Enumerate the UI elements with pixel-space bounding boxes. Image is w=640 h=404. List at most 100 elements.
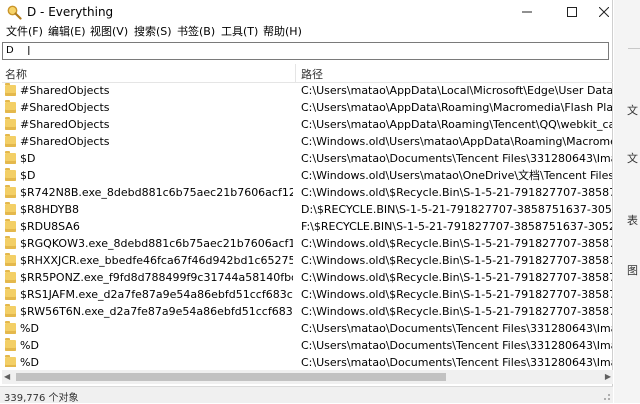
item-name: %D: [20, 356, 39, 367]
folder-icon: [5, 287, 16, 300]
column-name-header[interactable]: 名称: [5, 66, 27, 82]
menu-help[interactable]: 帮助(H): [263, 25, 302, 39]
list-item[interactable]: $RS1JAFM.exe_d2a7fe87a9e54a86ebfd51ccf68…: [2, 286, 613, 303]
background-text: 文: [627, 104, 638, 117]
folder-icon: [5, 253, 16, 266]
item-name: $RW56T6N.exe_d2a7fe87a9e54a86ebfd51ccf68…: [20, 305, 293, 318]
item-path: C:\Users\matao\AppData\Local\Microsoft\E…: [301, 84, 612, 97]
menu-view[interactable]: 视图(V): [90, 25, 128, 39]
maximize-icon: [567, 7, 577, 17]
minimize-icon: [522, 11, 532, 13]
folder-icon: [5, 321, 16, 334]
list-item[interactable]: #SharedObjects C:\Users\matao\AppData\Loc…: [2, 82, 613, 99]
folder-icon: [5, 151, 16, 164]
item-name: $RGQKOW3.exe_8debd881c6b75aec21b7606acf1…: [20, 237, 293, 250]
item-path: C:\Windows.old\$Recycle.Bin\S-1-5-21-791…: [301, 237, 612, 250]
menu-bar: 文件(F) 编辑(E) 视图(V) 搜索(S) 书签(B) 工具(T) 帮助(H…: [0, 24, 613, 40]
list-item[interactable]: %D C:\Users\matao\Documents\Tencent Files…: [2, 320, 613, 337]
item-name: #SharedObjects: [20, 84, 110, 97]
magnifier-icon: [6, 4, 22, 20]
item-name: %D: [20, 322, 39, 335]
list-item[interactable]: $D C:\Windows.old\Users\matao\OneDrive\文档…: [2, 167, 613, 184]
text-cursor-icon: I: [27, 44, 31, 58]
list-item[interactable]: #SharedObjects C:\Windows.old\Users\matao…: [2, 133, 613, 150]
column-header: 名称 路径: [2, 64, 613, 83]
search-value: D: [6, 45, 14, 56]
folder-icon: [5, 202, 16, 215]
list-item[interactable]: %D C:\Users\matao\Documents\Tencent Files…: [2, 337, 613, 354]
object-count: 339,776 个对象: [4, 393, 79, 404]
folder-icon: [5, 83, 16, 96]
maximize-button[interactable]: [552, 0, 592, 24]
item-path: C:\Users\matao\Documents\Tencent Files\3…: [301, 152, 612, 165]
item-path: C:\Users\matao\Documents\Tencent Files\3…: [301, 339, 612, 352]
folder-icon: [5, 355, 16, 367]
column-path-header[interactable]: 路径: [301, 66, 323, 82]
menu-bookmarks[interactable]: 书签(B): [177, 25, 215, 39]
item-name: $R742N8B.exe_8debd881c6b75aec21b7606acf1…: [20, 186, 293, 199]
scrollbar-thumb[interactable]: [16, 373, 446, 381]
list-item[interactable]: $D C:\Users\matao\Documents\Tencent Files…: [2, 150, 613, 167]
list-item[interactable]: #SharedObjects C:\Users\matao\AppData\Roa…: [2, 99, 613, 116]
menu-file[interactable]: 文件(F): [6, 25, 43, 39]
list-item[interactable]: $R742N8B.exe_8debd881c6b75aec21b7606acf1…: [2, 184, 613, 201]
item-name: $R8HDYB8: [20, 203, 80, 216]
background-divider: [628, 48, 640, 49]
menu-tools[interactable]: 工具(T): [221, 25, 258, 39]
folder-icon: [5, 219, 16, 232]
folder-icon: [5, 338, 16, 351]
item-path: D:\$RECYCLE.BIN\S-1-5-21-791827707-38587…: [301, 203, 612, 216]
folder-icon: [5, 304, 16, 317]
scroll-left-icon[interactable]: ◀: [4, 372, 10, 381]
column-divider[interactable]: [295, 64, 296, 82]
list-item[interactable]: $RGQKOW3.exe_8debd881c6b75aec21b7606acf1…: [2, 235, 613, 252]
list-item[interactable]: $RW56T6N.exe_d2a7fe87a9e54a86ebfd51ccf68…: [2, 303, 613, 320]
list-item[interactable]: %D C:\Users\matao\Documents\Tencent Files…: [2, 354, 613, 367]
everything-window: D - Everything 文件(F) 编辑(E) 视图(V) 搜索(S) 书…: [0, 0, 613, 404]
item-path: C:\Users\matao\AppData\Roaming\Macromedi…: [301, 101, 612, 114]
background-text: 图: [627, 264, 638, 277]
item-name: $RS1JAFM.exe_d2a7fe87a9e54a86ebfd51ccf68…: [20, 288, 293, 301]
item-name: #SharedObjects: [20, 135, 110, 148]
item-name: %D: [20, 339, 39, 352]
item-path: C:\Windows.old\$Recycle.Bin\S-1-5-21-791…: [301, 186, 612, 199]
resize-grip-icon[interactable]: [601, 391, 611, 401]
item-path: C:\Windows.old\Users\matao\AppData\Roami…: [301, 135, 612, 148]
background-text: 表: [627, 214, 638, 227]
list-item[interactable]: $RHXXJCR.exe_bbedfe46fca67f46d942bd1c652…: [2, 252, 613, 269]
item-path: C:\Users\matao\Documents\Tencent Files\3…: [301, 322, 612, 335]
folder-icon: [5, 168, 16, 181]
item-path: C:\Windows.old\Users\matao\OneDrive\文档\T…: [301, 169, 612, 182]
window-title: D - Everything: [27, 5, 114, 19]
scroll-right-icon[interactable]: ▶: [605, 372, 611, 381]
list-item[interactable]: $RR5PONZ.exe_f9fd8d788499f9c31744a58140f…: [2, 269, 613, 286]
item-path: F:\$RECYCLE.BIN\S-1-5-21-791827707-38587…: [301, 220, 612, 233]
results-list[interactable]: #SharedObjects C:\Users\matao\AppData\Loc…: [2, 82, 613, 367]
menu-search[interactable]: 搜索(S): [134, 25, 172, 39]
list-item[interactable]: #SharedObjects C:\Users\matao\AppData\Roa…: [2, 116, 613, 133]
menu-edit[interactable]: 编辑(E): [48, 25, 86, 39]
item-path: C:\Windows.old\$Recycle.Bin\S-1-5-21-791…: [301, 271, 612, 284]
item-path: C:\Windows.old\$Recycle.Bin\S-1-5-21-791…: [301, 254, 612, 267]
item-name: #SharedObjects: [20, 118, 110, 131]
list-item[interactable]: $R8HDYB8 D:\$RECYCLE.BIN\S-1-5-21-7918277…: [2, 201, 613, 218]
minimize-button[interactable]: [507, 0, 547, 24]
folder-icon: [5, 270, 16, 283]
item-name: #SharedObjects: [20, 101, 110, 114]
folder-icon: [5, 185, 16, 198]
status-bar: 339,776 个对象: [0, 386, 613, 404]
item-path: C:\Users\matao\Documents\Tencent Files\3…: [301, 356, 612, 367]
item-name: $RR5PONZ.exe_f9fd8d788499f9c31744a58140f…: [20, 271, 293, 284]
search-input[interactable]: D I: [2, 42, 609, 60]
horizontal-scrollbar[interactable]: ◀ ▶: [2, 370, 613, 384]
item-name: $D: [20, 169, 36, 182]
folder-icon: [5, 236, 16, 249]
list-item[interactable]: $RDU8SA6 F:\$RECYCLE.BIN\S-1-5-21-7918277…: [2, 218, 613, 235]
title-bar[interactable]: D - Everything: [0, 0, 613, 24]
item-path: C:\Windows.old\$Recycle.Bin\S-1-5-21-791…: [301, 288, 612, 301]
close-button[interactable]: [595, 0, 613, 24]
item-name: $RHXXJCR.exe_bbedfe46fca67f46d942bd1c652…: [20, 254, 293, 267]
folder-icon: [5, 134, 16, 147]
background-text: 文: [627, 152, 638, 165]
background-window-strip: 文 文 表 图: [614, 0, 640, 403]
